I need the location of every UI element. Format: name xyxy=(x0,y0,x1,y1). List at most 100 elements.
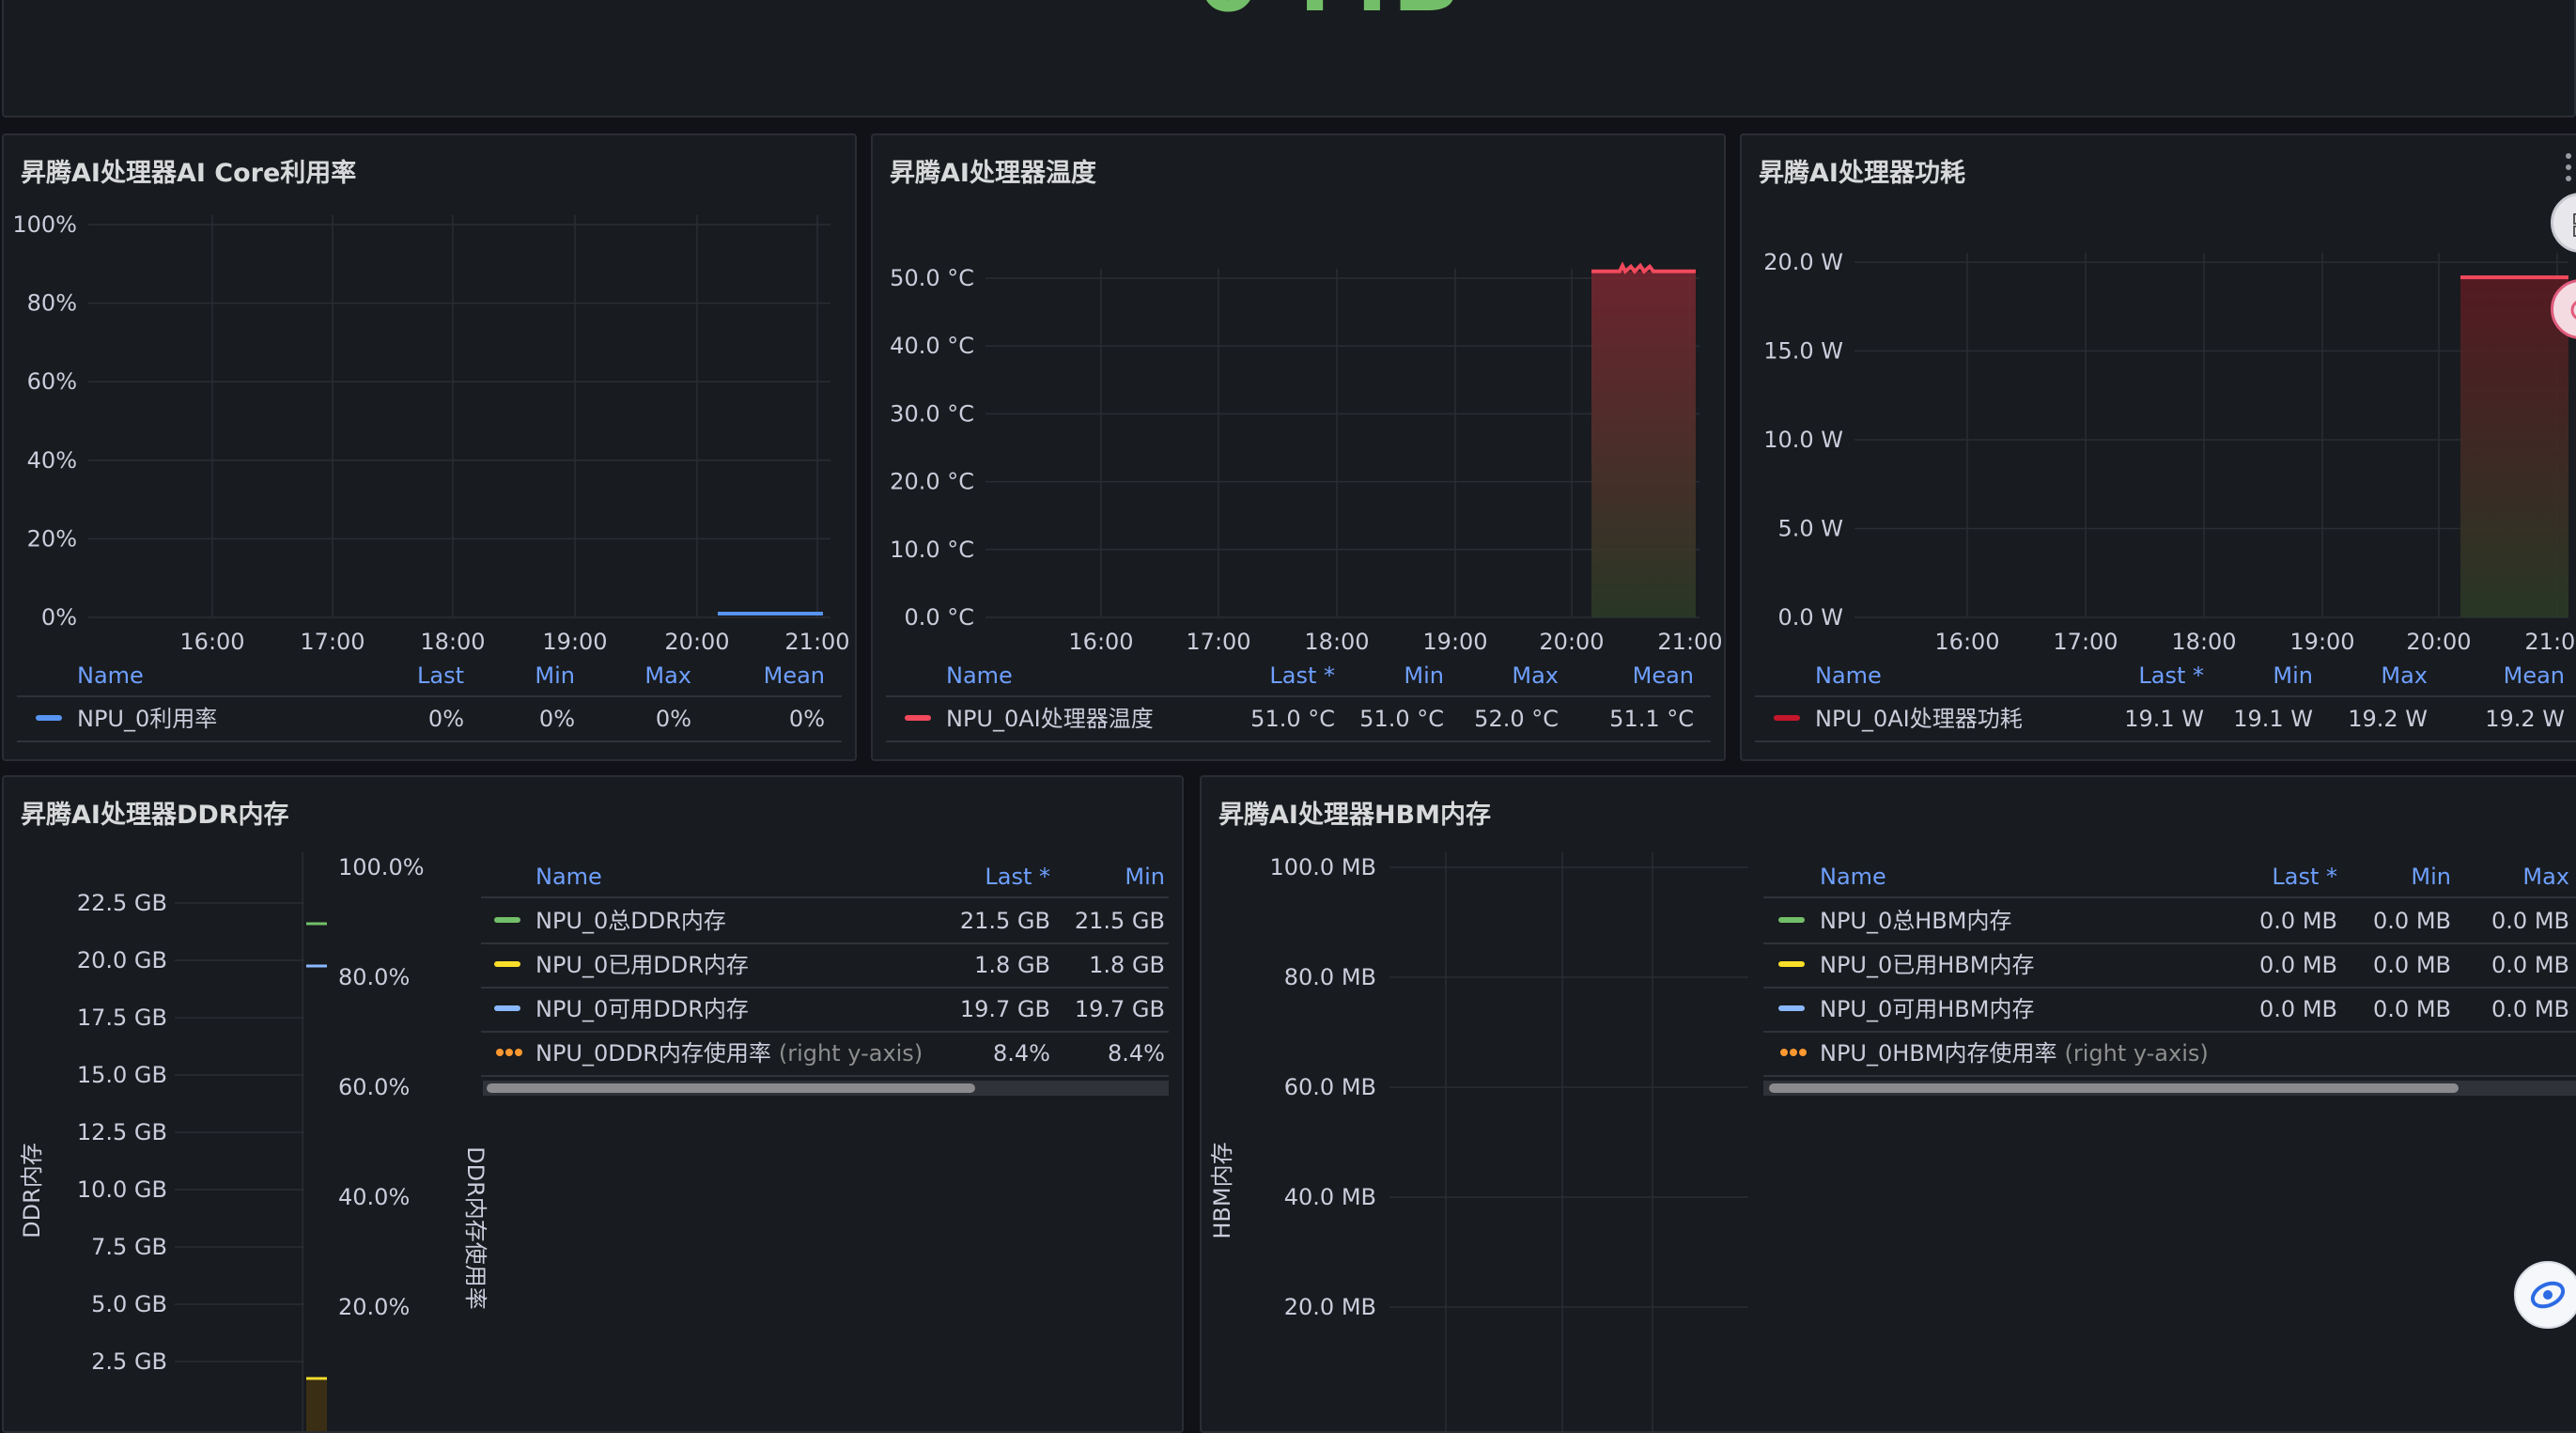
legend-value: 51.0 °C xyxy=(1250,706,1335,732)
y-tick-label: 60% xyxy=(27,368,77,395)
legend-value: 51.1 °C xyxy=(1609,706,1694,732)
legend-header-name: Name xyxy=(535,864,602,890)
x-tick-label: 20:00 xyxy=(1539,629,1604,655)
y-axis-label: HBM内存 xyxy=(1209,1142,1235,1238)
y-left-axis-label: DDR内存 xyxy=(19,1143,45,1238)
x-tick-label: 21:00 xyxy=(1657,629,1722,655)
temperature-panel[interactable]: 昇腾AI处理器温度 50.0 °C 40.0 °C 30.0 °C 20.0 °C 10… xyxy=(871,133,1726,761)
y-right-axis-label: DDR内存使用率 xyxy=(462,1146,489,1310)
y-tick-label: 100.0 MB xyxy=(1269,854,1376,880)
ddr-memory-panel[interactable]: 昇腾AI处理器DDR内存 22.5 GB 20.0 GB 17.5 GB 15.0 G… xyxy=(2,775,1184,1433)
legend-value: 8.4% xyxy=(993,1040,1050,1067)
legend-header: Last * xyxy=(985,864,1050,890)
legend-header: Min xyxy=(2273,662,2313,689)
legend-series-name: NPU_0AI处理器功耗 xyxy=(1815,706,2023,732)
temperature-chart[interactable]: 50.0 °C 40.0 °C 30.0 °C 20.0 °C 10.0 °C 0.0 °… xyxy=(873,135,1724,759)
legend-swatch-dot xyxy=(515,1049,522,1056)
legend-swatch xyxy=(1778,1005,1805,1011)
legend-axis-note: (right y-axis) xyxy=(779,1040,923,1067)
series-area xyxy=(1591,271,1696,617)
y-right-tick-label: 80.0% xyxy=(338,964,410,990)
legend-swatch xyxy=(1774,715,1800,721)
y-left-tick-label: 22.5 GB xyxy=(77,890,167,916)
y-left-tick-label: 12.5 GB xyxy=(77,1119,167,1145)
core-utilization-chart[interactable]: 100% 80% 60% 40% 20% 0% 16:00 17:00 18:00 19:00 20… xyxy=(4,135,855,759)
ddr-memory-chart[interactable]: 22.5 GB 20.0 GB 17.5 GB 15.0 GB 12.5 GB 10.0 … xyxy=(4,777,1182,1431)
legend-value: 0.0 MB xyxy=(2259,908,2337,934)
legend-header: Min xyxy=(1125,864,1165,890)
legend-header: Last * xyxy=(2138,662,2204,689)
y-tick-label: 10.0 °C xyxy=(890,537,974,563)
legend-value: 0% xyxy=(428,706,464,732)
y-tick-label: 0% xyxy=(41,604,77,631)
legend-value: 21.5 GB xyxy=(1075,908,1165,934)
legend-series-name: NPU_0可用HBM内存 xyxy=(1820,996,2034,1022)
legend-value: 0% xyxy=(656,706,691,732)
legend-value: 0.0 MB xyxy=(2259,996,2337,1022)
legend-value: 0.0 MB xyxy=(2259,952,2337,978)
hbm-memory-panel[interactable]: 昇腾AI处理器HBM内存 100.0 MB 80.0 MB 60.0 MB 40.0 … xyxy=(1200,775,2576,1433)
legend-swatch xyxy=(1778,917,1805,923)
core-utilization-panel[interactable]: 昇腾AI处理器AI Core利用率 100% 80% 60% 40% 20% 0% 16:0… xyxy=(2,133,857,761)
y-tick-label: 0.0 W xyxy=(1777,604,1843,631)
power-chart[interactable]: 20.0 W 15.0 W 10.0 W 5.0 W 0.0 W 16:00 17:00 18… xyxy=(1742,135,2576,759)
legend-swatch xyxy=(905,715,931,721)
y-right-tick-label: 40.0% xyxy=(338,1184,410,1210)
legend-header: Max xyxy=(2522,864,2569,890)
legend-header: Max xyxy=(1512,662,1559,689)
panel-menu-icon[interactable] xyxy=(2561,150,2576,184)
y-tick-label: 60.0 MB xyxy=(1284,1074,1376,1100)
y-right-tick-label: 20.0% xyxy=(338,1294,410,1320)
legend-swatch-dot xyxy=(1799,1049,1807,1056)
legend-value: 19.7 GB xyxy=(960,996,1050,1022)
alert-icon[interactable] xyxy=(2551,279,2576,339)
legend-header-name: Name xyxy=(77,662,144,689)
top-stat-panel[interactable]: 0 MB xyxy=(2,0,2576,117)
series-line xyxy=(1591,261,1696,274)
x-tick-label: 19:00 xyxy=(542,629,607,655)
legend-swatch xyxy=(494,1005,520,1011)
x-tick-label: 16:00 xyxy=(179,629,244,655)
legend-series-name: NPU_0已用HBM内存 xyxy=(1820,952,2034,978)
legend-series-name: NPU_0总HBM内存 xyxy=(1820,908,2011,934)
x-tick-label: 16:00 xyxy=(1934,629,1999,655)
legend-header-name: Name xyxy=(946,662,1013,689)
legend-value: 21.5 GB xyxy=(960,908,1050,934)
legend-header-name: Name xyxy=(1820,864,1886,890)
assistant-icon[interactable] xyxy=(2514,1261,2576,1329)
scrollbar-thumb[interactable] xyxy=(1769,1083,2459,1093)
legend-series-name: NPU_0HBM内存使用率 (right y-axis) xyxy=(1820,1040,2209,1067)
legend-header: Last * xyxy=(1269,662,1335,689)
y-tick-label: 40% xyxy=(27,447,77,474)
scrollbar-thumb[interactable] xyxy=(487,1083,975,1093)
y-tick-label: 5.0 W xyxy=(1777,516,1843,542)
legend-header-name: Name xyxy=(1815,662,1882,689)
power-panel[interactable]: 昇腾AI处理器功耗 20.0 W 15.0 W 10.0 W 5.0 W 0.0 W 16… xyxy=(1740,133,2576,761)
y-tick-label: 50.0 °C xyxy=(890,265,974,291)
legend-axis-note: (right y-axis) xyxy=(2064,1040,2208,1067)
y-tick-label: 80.0 MB xyxy=(1284,964,1376,990)
legend-header: Max xyxy=(644,662,691,689)
legend-value: 1.8 GB xyxy=(974,952,1050,978)
dashboard-icon[interactable] xyxy=(2551,193,2576,253)
legend-value: 19.1 W xyxy=(2233,706,2313,732)
legend-header: Mean xyxy=(764,662,825,689)
x-tick-label: 18:00 xyxy=(2171,629,2236,655)
legend-header: Last xyxy=(417,662,464,689)
hbm-memory-chart[interactable]: 100.0 MB 80.0 MB 60.0 MB 40.0 MB 20.0 MB HBM内… xyxy=(1202,777,2576,1431)
y-left-tick-label: 15.0 GB xyxy=(77,1062,167,1088)
legend-swatch-dot xyxy=(1790,1049,1797,1056)
x-tick-label: 19:00 xyxy=(2289,629,2354,655)
legend-swatch xyxy=(494,961,520,967)
x-tick-label: 20:00 xyxy=(664,629,729,655)
x-tick-label: 20:00 xyxy=(2406,629,2471,655)
x-tick-label: 21:00 xyxy=(784,629,849,655)
legend-header: Min xyxy=(2411,864,2451,890)
y-right-tick-label: 60.0% xyxy=(338,1074,410,1100)
x-tick-label: 19:00 xyxy=(1422,629,1487,655)
legend-value: 0% xyxy=(539,706,575,732)
stat-value: 0 MB xyxy=(1197,0,1465,32)
y-tick-label: 100% xyxy=(12,211,77,238)
legend-series-name: NPU_0AI处理器温度 xyxy=(946,706,1154,732)
y-right-tick-label: 100.0% xyxy=(338,854,425,880)
